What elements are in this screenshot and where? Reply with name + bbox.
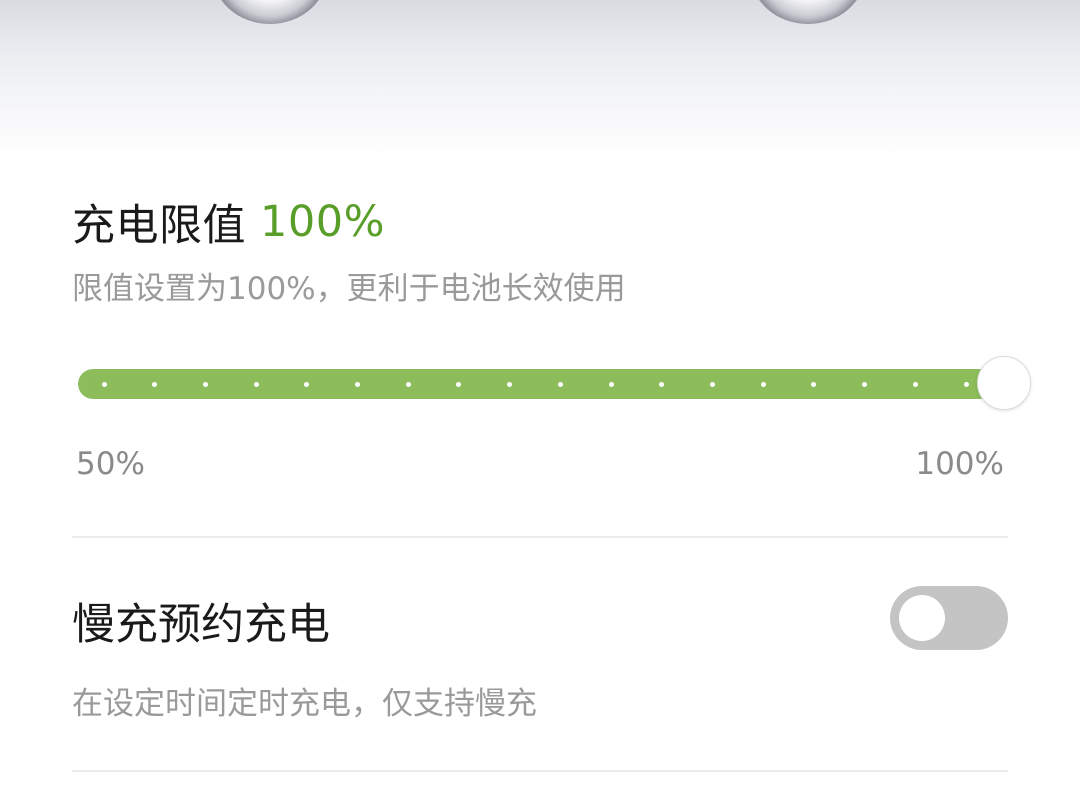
slow-charge-schedule-toggle[interactable] xyxy=(890,586,1008,650)
slider-tick xyxy=(304,381,310,387)
slider-tick xyxy=(963,381,969,387)
slider-tick xyxy=(202,381,208,387)
slider-thumb[interactable] xyxy=(977,356,1031,410)
slider-tick xyxy=(355,381,361,387)
charge-limit-slider[interactable] xyxy=(78,356,1032,412)
charge-limit-description: 限值设置为100%，更利于电池长效使用 xyxy=(72,271,626,307)
slider-tick xyxy=(608,381,614,387)
charge-limit-title: 充电限值 xyxy=(72,201,246,251)
slider-tick xyxy=(709,381,715,387)
car-wheel-right xyxy=(750,0,866,24)
slider-tick xyxy=(253,381,259,387)
slider-tick xyxy=(557,381,563,387)
charge-limit-value: 100% xyxy=(260,197,385,247)
divider xyxy=(72,536,1008,538)
slider-tick xyxy=(811,381,817,387)
charge-limit-header: 充电限值 100% xyxy=(72,192,385,252)
slider-tick xyxy=(152,381,158,387)
toggle-knob xyxy=(899,595,945,641)
slider-min-label: 50% xyxy=(76,446,145,482)
slider-track[interactable] xyxy=(78,369,1004,399)
slider-tick xyxy=(912,381,918,387)
slider-tick xyxy=(101,381,107,387)
slider-tick xyxy=(862,381,868,387)
car-image xyxy=(0,0,1080,160)
car-wheel-left xyxy=(212,0,328,24)
slider-tick xyxy=(760,381,766,387)
slider-max-label: 100% xyxy=(915,446,1004,482)
slow-charge-schedule-title: 慢充预约充电 xyxy=(72,600,330,650)
slider-tick xyxy=(405,381,411,387)
slider-tick xyxy=(507,381,513,387)
divider xyxy=(72,770,1008,772)
slow-charge-schedule-description: 在设定时间定时充电，仅支持慢充 xyxy=(72,686,537,722)
slider-tick xyxy=(659,381,665,387)
